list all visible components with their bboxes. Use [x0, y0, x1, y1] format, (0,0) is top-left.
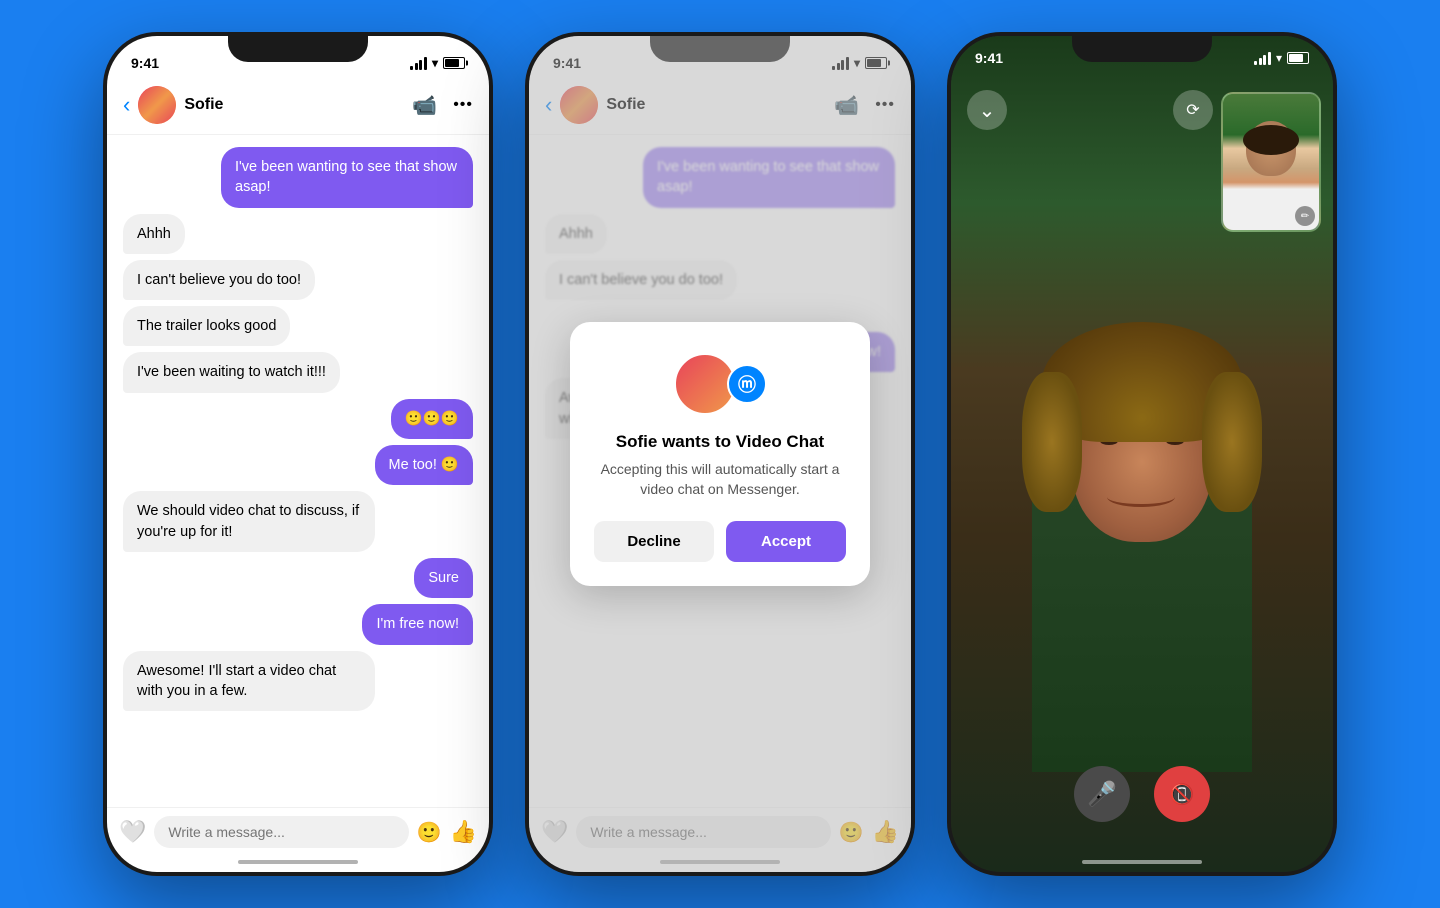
msg-sent-1: I've been wanting to see that show asap! — [221, 147, 473, 208]
status-icons-1: ▾ — [410, 56, 465, 70]
signal-icon-1 — [410, 57, 427, 70]
hair-right — [1202, 372, 1262, 512]
message-input-1[interactable] — [154, 816, 408, 848]
inset-edit-icon[interactable]: ✏ — [1295, 206, 1315, 226]
msg-recv-3: The trailer looks good — [123, 306, 290, 346]
contact-name-1[interactable]: Sofie — [184, 96, 412, 114]
msg-recv-2: I can't believe you do too! — [123, 260, 315, 300]
nav-actions-1: 📹 ••• — [412, 93, 473, 118]
heart-icon-1[interactable]: 🤍 — [119, 819, 146, 845]
msg-sent-2: 🙂🙂🙂 — [391, 399, 473, 439]
phone-2-screen: 9:41 ▾ ‹ Sofie 📹 — [529, 36, 911, 872]
microphone-icon: 🎤 — [1087, 780, 1117, 809]
battery-icon-1 — [443, 57, 465, 69]
video-wifi-icon: ▾ — [1276, 51, 1282, 65]
decline-button[interactable]: Decline — [594, 521, 714, 562]
emoji-icon-1[interactable]: 🙂 — [417, 820, 442, 845]
video-battery-icon — [1287, 52, 1309, 64]
status-time-1: 9:41 — [131, 55, 159, 71]
nav-bar-1: ‹ Sofie 📹 ••• — [107, 80, 489, 135]
minimize-button[interactable]: ⌄ — [967, 90, 1007, 130]
like-icon-1[interactable]: 👍 — [450, 819, 477, 845]
pencil-icon: ✏ — [1301, 211, 1309, 222]
video-chat-modal: ⓜ Sofie wants to Video Chat Accepting th… — [570, 322, 870, 586]
home-indicator-1 — [238, 860, 358, 864]
home-indicator-3 — [1082, 860, 1202, 864]
video-status-icons: ▾ — [1254, 51, 1309, 65]
notch-3 — [1072, 32, 1212, 62]
phone-2: 9:41 ▾ ‹ Sofie 📹 — [525, 32, 915, 876]
msg-sent-3: Me too! 🙂 — [375, 445, 473, 485]
video-signal-icon — [1254, 52, 1271, 65]
avatar-1[interactable] — [138, 86, 176, 124]
self-video-inset: ✏ — [1221, 92, 1321, 232]
chevron-down-icon: ⌄ — [979, 98, 996, 123]
more-button-1[interactable]: ••• — [453, 96, 473, 114]
flip-camera-button[interactable]: ⟳ — [1173, 90, 1213, 130]
msg-recv-6: Awesome! I'll start a video chat with yo… — [123, 651, 375, 712]
modal-title: Sofie wants to Video Chat — [594, 432, 846, 452]
msg-sent-5: I'm free now! — [362, 604, 473, 644]
video-minimize-control[interactable]: ⌄ — [967, 90, 1007, 130]
video-top-right-controls: ⟳ — [1173, 90, 1213, 130]
hair-left — [1022, 372, 1082, 512]
phone-1: 9:41 ▾ ‹ Sofie 📹 — [103, 32, 493, 876]
chat-area-1: I've been wanting to see that show asap!… — [107, 135, 489, 807]
modal-description: Accepting this will automatically start … — [594, 460, 846, 499]
back-button-1[interactable]: ‹ — [123, 92, 130, 118]
msg-recv-1: Ahhh — [123, 214, 185, 254]
modal-buttons: Decline Accept — [594, 521, 846, 562]
wifi-icon-1: ▾ — [432, 56, 438, 70]
video-call-button-1[interactable]: 📹 — [412, 93, 437, 118]
end-call-icon: 📵 — [1170, 782, 1195, 807]
flip-camera-icon: ⟳ — [1186, 100, 1199, 120]
video-status-time: 9:41 — [975, 50, 1003, 66]
modal-overlay: ⓜ Sofie wants to Video Chat Accepting th… — [529, 36, 911, 872]
phone-3-screen: 9:41 ▾ ⌄ ⟳ — [951, 36, 1333, 872]
inset-hair — [1243, 125, 1299, 155]
modal-messenger-icon: ⓜ — [727, 364, 767, 404]
modal-avatars: ⓜ — [594, 352, 846, 416]
phone-3: 9:41 ▾ ⌄ ⟳ — [947, 32, 1337, 876]
mute-button[interactable]: 🎤 — [1074, 766, 1130, 822]
msg-sent-4: Sure — [414, 558, 473, 598]
end-call-button[interactable]: 📵 — [1154, 766, 1210, 822]
phone-1-screen: 9:41 ▾ ‹ Sofie 📹 — [107, 36, 489, 872]
msg-recv-5: We should video chat to discuss, if you'… — [123, 491, 375, 552]
notch-1 — [228, 32, 368, 62]
video-controls: 🎤 📵 — [951, 766, 1333, 822]
accept-button[interactable]: Accept — [726, 521, 846, 562]
messenger-logo: ⓜ — [738, 371, 756, 397]
msg-recv-4: I've been waiting to watch it!!! — [123, 352, 340, 392]
smile — [1107, 487, 1175, 507]
